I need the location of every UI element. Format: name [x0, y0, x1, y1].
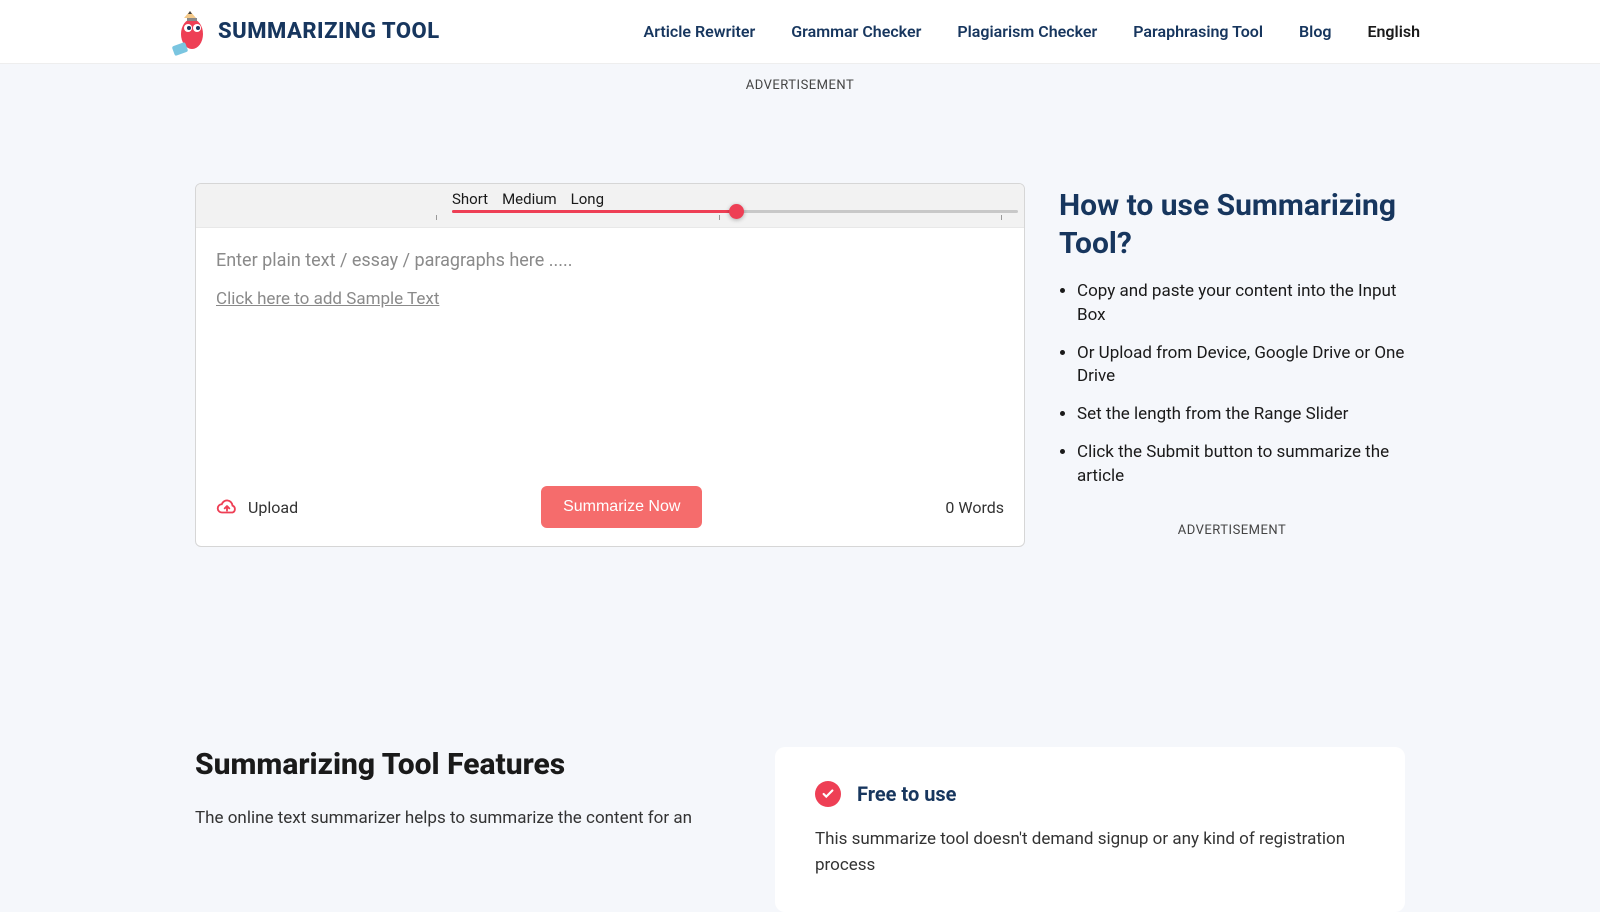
slider-label-long: Long	[571, 190, 604, 208]
logo[interactable]: SUMMARIZING TOOL	[170, 8, 440, 56]
text-input-area[interactable]: Enter plain text / essay / paragraphs he…	[196, 228, 1024, 474]
ad-top-label: ADVERTISEMENT	[0, 64, 1600, 183]
slider-label-short: Short	[452, 190, 488, 208]
length-slider[interactable]	[452, 210, 1018, 213]
howto-step: Click the Submit button to summarize the…	[1077, 441, 1405, 489]
feature-title: Free to use	[857, 782, 956, 806]
slider-labels: Short Medium Long	[212, 190, 1008, 208]
summarize-button[interactable]: Summarize Now	[541, 486, 702, 528]
slider-label-medium: Medium	[502, 190, 557, 208]
summarizer-tool: Short Medium Long Enter plain text / ess…	[195, 183, 1025, 547]
upload-button[interactable]: Upload	[216, 497, 298, 517]
howto-step: Or Upload from Device, Google Drive or O…	[1077, 342, 1405, 390]
slider-ticks	[436, 215, 1002, 220]
bottom-toolbar: Upload Summarize Now 0 Words	[196, 474, 1024, 546]
features-intro-text: The online text summarizer helps to summ…	[195, 806, 715, 832]
features-heading: Summarizing Tool Features	[195, 747, 715, 782]
sample-text-link[interactable]: Click here to add Sample Text	[216, 289, 439, 309]
length-slider-bar: Short Medium Long	[196, 184, 1024, 228]
slider-track-wrap	[212, 210, 1008, 213]
input-placeholder: Enter plain text / essay / paragraphs he…	[216, 250, 1004, 271]
nav-grammar-checker[interactable]: Grammar Checker	[791, 22, 921, 41]
howto-step: Copy and paste your content into the Inp…	[1077, 280, 1405, 328]
features-intro: Summarizing Tool Features The online tex…	[195, 747, 715, 912]
howto-sidebar: How to use Summarizing Tool? Copy and pa…	[1059, 183, 1405, 547]
upload-label: Upload	[248, 498, 298, 517]
feature-description: This summarize tool doesn't demand signu…	[815, 827, 1365, 878]
slider-fill	[452, 210, 735, 213]
nav-plagiarism-checker[interactable]: Plagiarism Checker	[957, 22, 1097, 41]
nav-language[interactable]: English	[1367, 22, 1420, 41]
feature-item: Free to use	[815, 781, 1365, 807]
howto-steps: Copy and paste your content into the Inp…	[1059, 280, 1405, 489]
features-card: Free to use This summarize tool doesn't …	[775, 747, 1405, 912]
upload-icon	[216, 497, 238, 517]
logo-icon	[170, 8, 210, 56]
ad-side-label: ADVERTISEMENT	[1059, 523, 1405, 538]
nav-article-rewriter[interactable]: Article Rewriter	[644, 22, 756, 41]
features-section: Summarizing Tool Features The online tex…	[175, 747, 1425, 912]
main-container: Short Medium Long Enter plain text / ess…	[175, 183, 1425, 547]
howto-title: How to use Summarizing Tool?	[1059, 187, 1405, 262]
main-nav: Article Rewriter Grammar Checker Plagiar…	[644, 22, 1420, 41]
check-icon	[815, 781, 841, 807]
nav-paraphrasing-tool[interactable]: Paraphrasing Tool	[1133, 22, 1263, 41]
brand-name: SUMMARIZING TOOL	[218, 19, 440, 44]
howto-step: Set the length from the Range Slider	[1077, 403, 1405, 427]
nav-blog[interactable]: Blog	[1299, 22, 1331, 41]
word-count: 0 Words	[945, 498, 1004, 517]
header: SUMMARIZING TOOL Article Rewriter Gramma…	[0, 0, 1600, 64]
